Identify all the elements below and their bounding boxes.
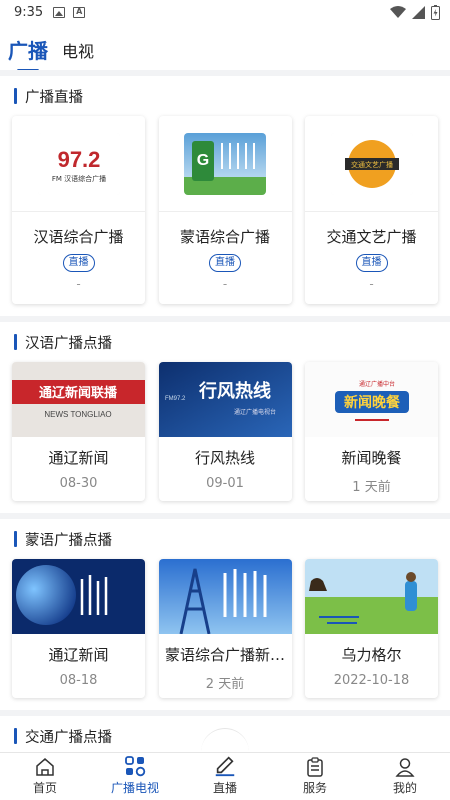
vod-card[interactable]: 通辽新闻联播 NEWS TONGLIAO 通辽新闻 08-30 — [12, 362, 145, 501]
nav-label: 直播 — [212, 781, 237, 795]
nav-radio-tv[interactable]: 广播电视 — [90, 753, 180, 800]
section-marker — [14, 531, 17, 547]
program-date: 09-01 — [206, 476, 244, 491]
battery-icon — [431, 4, 440, 20]
status-bar: 9:35 A — [0, 0, 450, 24]
logo-caption: FM 汉语综合广播 — [51, 174, 105, 183]
home-icon — [36, 758, 54, 776]
fm972-logo: 97.2 FM 汉语综合广播 — [37, 132, 120, 195]
program-thumbnail: 通辽广播中台 新闻晚餐 — [305, 362, 438, 437]
nav-mine[interactable]: 我的 — [360, 753, 450, 800]
thumb-title: 行风热线 — [198, 380, 271, 402]
logo-area: G — [158, 116, 292, 212]
program-title: 通辽新闻 — [48, 646, 109, 664]
top-tabs: 广播 电视 — [0, 24, 450, 68]
thumb-title: 新闻晚餐 — [344, 394, 401, 411]
thumb-tag: 通辽广播中台 — [359, 380, 395, 388]
logo-area: 97.2 FM 汉语综合广播 — [12, 116, 145, 212]
section-marker — [14, 88, 17, 104]
section-title-chinese-vod: 汉语广播点播 — [0, 322, 450, 362]
channel-subtext: - — [369, 277, 374, 291]
section-title-text: 汉语广播点播 — [25, 335, 112, 352]
live-badge: 直播 — [209, 254, 241, 272]
thumb-subtitle: NEWS TONGLIAO — [44, 410, 111, 419]
vod-card[interactable]: 乌力格尔 2022-10-18 — [305, 559, 438, 698]
clipboard-icon — [307, 757, 323, 777]
content-area[interactable]: 广播直播 97.2 FM 汉语综合广播 汉语综合广播 直播 - G 蒙语综合广播… — [0, 70, 450, 752]
section-marker — [14, 334, 17, 350]
program-thumbnail: 通辽新闻联播 NEWS TONGLIAO — [12, 362, 145, 437]
thumb-title: 通辽新闻联播 — [39, 385, 118, 401]
wifi-icon — [390, 5, 406, 18]
channel-subtext: - — [76, 277, 81, 291]
live-card-mongolian[interactable]: G 蒙语综合广播 直播 - — [158, 116, 292, 304]
section-title-live: 广播直播 — [0, 76, 450, 116]
section-title-text: 交通广播点播 — [25, 729, 112, 746]
live-card-traffic[interactable]: 交通文艺广播 交通文艺广播 直播 - — [305, 116, 438, 304]
section-marker — [14, 728, 17, 744]
live-badge: 直播 — [355, 254, 388, 272]
signal-icon — [412, 5, 425, 19]
live-row: 97.2 FM 汉语综合广播 汉语综合广播 直播 - G 蒙语综合广播 直播 -… — [0, 116, 450, 304]
program-date: 1 天前 — [352, 480, 391, 495]
program-date: 2 天前 — [205, 677, 245, 692]
section-title-text: 广播直播 — [25, 89, 83, 106]
logo-number: 97.2 — [57, 147, 100, 172]
program-title: 蒙语综合广播新… — [164, 646, 285, 664]
program-date: 08-30 — [59, 476, 98, 491]
section-title-mongolian-vod: 蒙语广播点播 — [0, 519, 450, 559]
traffic-radio-logo: 交通文艺广播 — [330, 132, 413, 195]
thumb-tag: FM97.2 — [165, 396, 186, 402]
nav-label: 广播电视 — [110, 781, 159, 795]
nav-service[interactable]: 服务 — [270, 753, 360, 800]
vod-card[interactable]: 通辽广播中台 新闻晚餐 新闻晚餐 1 天前 — [305, 362, 438, 501]
program-thumbnail — [305, 559, 438, 634]
program-date: 2022-10-18 — [333, 673, 410, 688]
program-date: 08-18 — [59, 673, 98, 688]
channel-name: 汉语综合广播 — [33, 228, 124, 246]
program-thumbnail: FM97.2 行风热线 通辽广播电视台 — [158, 362, 292, 437]
nav-label: 首页 — [32, 781, 57, 795]
live-card-chinese[interactable]: 97.2 FM 汉语综合广播 汉语综合广播 直播 - — [12, 116, 145, 304]
user-icon — [395, 758, 415, 777]
vod-card[interactable]: FM97.2 行风热线 通辽广播电视台 行风热线 09-01 — [158, 362, 292, 501]
svg-text:G: G — [197, 152, 209, 169]
nav-label: 服务 — [302, 781, 327, 795]
mongolian-vod-row: 通辽新闻 08-18 蒙语综合广播新… 2 天前 乌力格尔 2022-10-18 — [0, 559, 450, 698]
image-notification-icon — [53, 6, 66, 18]
channel-name: 交通文艺广播 — [326, 228, 417, 246]
program-title: 通辽新闻 — [48, 449, 109, 467]
channel-name: 蒙语综合广播 — [179, 228, 270, 246]
status-time: 9:35 — [14, 4, 44, 20]
bottom-nav: 首页 广播电视 直播 服务 我的 — [0, 752, 450, 800]
chinese-vod-row: 通辽新闻联播 NEWS TONGLIAO 通辽新闻 08-30 FM97.2 行… — [0, 362, 450, 501]
thumb-subtitle: 通辽广播电视台 — [233, 408, 275, 416]
tab-tv[interactable]: 电视 — [62, 38, 94, 68]
nav-home[interactable]: 首页 — [0, 753, 90, 800]
program-thumbnail — [12, 559, 145, 634]
vod-card[interactable]: 蒙语综合广播新… 2 天前 — [158, 559, 292, 698]
mongolian-radio-logo: G — [184, 132, 266, 195]
a-notification-icon: A — [73, 6, 86, 18]
program-title: 新闻晚餐 — [341, 449, 402, 467]
tab-radio[interactable]: 广播 — [8, 35, 48, 68]
section-title-text: 蒙语广播点播 — [25, 532, 112, 549]
pen-icon — [215, 756, 235, 777]
program-title: 乌力格尔 — [341, 646, 402, 664]
nav-label: 我的 — [392, 781, 417, 795]
live-badge: 直播 — [62, 254, 95, 272]
grid-icon — [125, 756, 146, 777]
program-title: 行风热线 — [194, 449, 255, 467]
vod-card[interactable]: 通辽新闻 08-18 — [12, 559, 145, 698]
program-thumbnail — [158, 559, 292, 634]
nav-live[interactable]: 直播 — [180, 753, 270, 800]
channel-subtext: - — [222, 277, 228, 291]
logo-text: 交通文艺广播 — [351, 160, 393, 169]
logo-area: 交通文艺广播 — [305, 116, 438, 212]
